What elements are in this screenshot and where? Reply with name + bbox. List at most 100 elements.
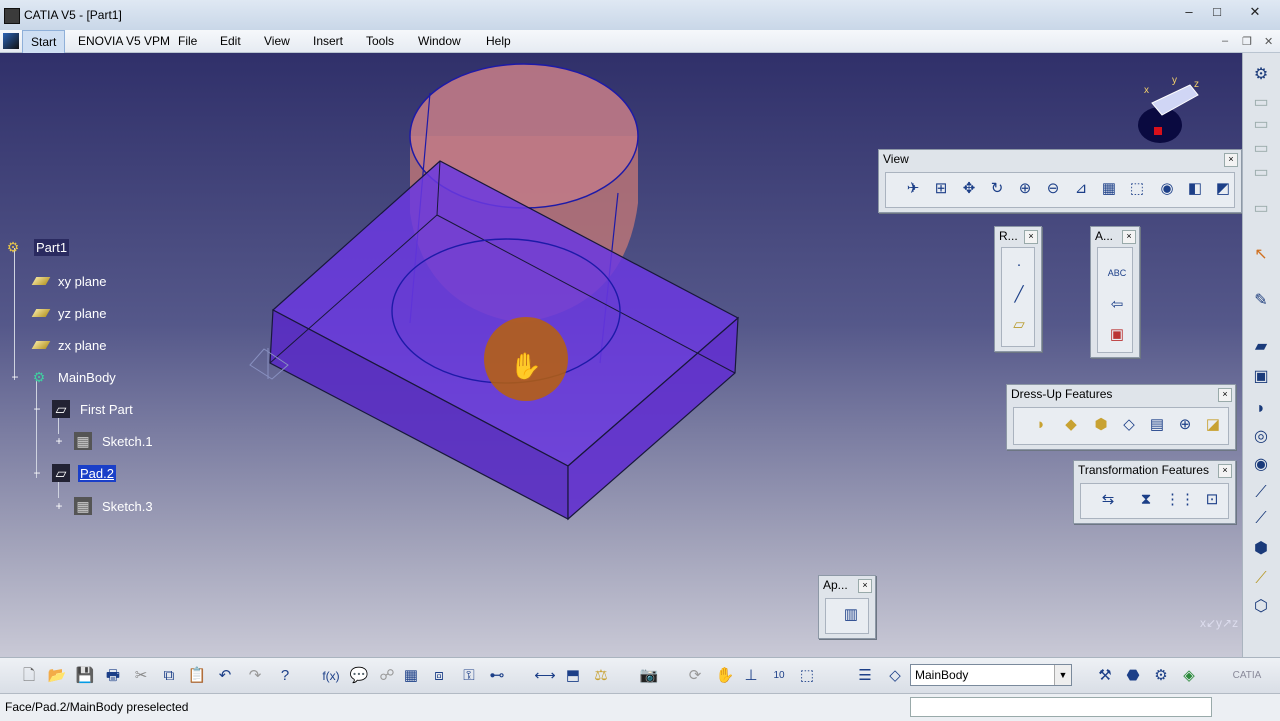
rules-icon[interactable]: ☍ bbox=[376, 666, 398, 686]
hole-icon[interactable]: ◉ bbox=[1251, 455, 1271, 475]
catalog-icon[interactable]: ⧈ bbox=[428, 666, 450, 686]
current-body-select[interactable]: MainBody ▼ bbox=[910, 664, 1072, 686]
open-icon[interactable]: 📂 bbox=[46, 666, 68, 686]
menu-tools[interactable]: Tools bbox=[366, 34, 394, 48]
chevron-down-icon[interactable]: ▼ bbox=[1054, 665, 1071, 685]
part-geometry[interactable]: ✋ x y z x↙y↗z bbox=[0, 53, 1242, 657]
pad-icon[interactable]: ▰ bbox=[1251, 337, 1271, 357]
power-input-field[interactable] bbox=[910, 697, 1212, 717]
tree-view-icon[interactable]: ☰ bbox=[854, 666, 876, 686]
save-icon[interactable]: 💾 bbox=[74, 666, 96, 686]
menu-help[interactable]: Help bbox=[486, 34, 511, 48]
flag-note-icon[interactable]: ⇦ bbox=[1106, 294, 1128, 316]
axis-icon[interactable]: ⊥ bbox=[740, 666, 762, 686]
stiffener-icon[interactable]: ⟋ bbox=[1251, 569, 1271, 589]
publication-icon[interactable]: ⚙ bbox=[1150, 666, 1172, 686]
gear-icon[interactable]: ⚙ bbox=[1251, 65, 1271, 85]
expand-icon[interactable]: + bbox=[50, 497, 68, 515]
close-icon[interactable]: × bbox=[858, 579, 872, 593]
formula-icon[interactable]: f(x) bbox=[320, 666, 342, 686]
layers-icon[interactable]: ◈ bbox=[1178, 666, 1200, 686]
capture-icon[interactable]: 📷 bbox=[638, 666, 660, 686]
measure-between-icon[interactable]: ⟷ bbox=[534, 666, 556, 686]
cut-icon[interactable]: ✂ bbox=[130, 666, 152, 686]
menu-start[interactable]: Start bbox=[22, 30, 66, 54]
define-work-object-icon[interactable]: ◇ bbox=[884, 666, 906, 686]
wireframe-icon[interactable]: ⬣ bbox=[1122, 666, 1144, 686]
print-icon[interactable]: 🖶 bbox=[102, 666, 124, 686]
solid-combine-icon[interactable]: ⬢ bbox=[1251, 539, 1271, 559]
binary-icon[interactable]: 10 bbox=[768, 666, 790, 686]
instantiate-icon[interactable]: ⊷ bbox=[486, 666, 508, 686]
lock-icon[interactable]: ⚿ bbox=[458, 666, 480, 686]
thickness-icon[interactable]: ▤ bbox=[1146, 414, 1168, 436]
text-annotation-icon[interactable]: ABC bbox=[1106, 262, 1128, 284]
measure-inertia-icon[interactable]: ⚖ bbox=[590, 666, 612, 686]
edge-fillet-icon[interactable]: ◗ bbox=[1030, 414, 1052, 436]
draft-angle-icon[interactable]: ⬢ bbox=[1090, 414, 1112, 436]
zoom-out-icon[interactable]: ⊖ bbox=[1042, 178, 1064, 200]
swap-visible-space-icon[interactable]: ◩ bbox=[1212, 178, 1234, 200]
point-icon[interactable]: · bbox=[1008, 254, 1030, 276]
measure-item-icon[interactable]: ⬒ bbox=[562, 666, 584, 686]
select-arrow-icon[interactable]: ↖ bbox=[1251, 245, 1271, 265]
maximize-button[interactable]: □ bbox=[1206, 4, 1228, 20]
apply-material-icon[interactable]: ⬚ bbox=[796, 666, 818, 686]
knowledge-advisor-icon[interactable]: ⚒ bbox=[1094, 666, 1116, 686]
new-document-icon[interactable]: 🗋 bbox=[18, 666, 40, 686]
knowledge-icon[interactable]: 💬 bbox=[348, 666, 370, 686]
whats-this-icon[interactable]: ? bbox=[274, 666, 296, 686]
zoom-in-icon[interactable]: ⊕ bbox=[1014, 178, 1036, 200]
mirror-icon[interactable]: ⧗ bbox=[1135, 489, 1157, 511]
undo-icon[interactable]: ↶ bbox=[214, 666, 236, 686]
menu-edit[interactable]: Edit bbox=[220, 34, 241, 48]
3d-annotation-icon[interactable]: ▣ bbox=[1106, 324, 1128, 346]
shell-icon[interactable]: ◇ bbox=[1118, 414, 1140, 436]
groove-icon[interactable]: ◎ bbox=[1251, 427, 1271, 447]
line-icon[interactable]: ╱ bbox=[1008, 284, 1030, 306]
multi-sections-solid-icon[interactable]: ⬡ bbox=[1251, 597, 1271, 617]
minimize-button[interactable]: – bbox=[1178, 4, 1200, 20]
slot-icon[interactable]: ⟋ bbox=[1251, 509, 1271, 529]
close-icon[interactable]: × bbox=[1224, 153, 1238, 167]
table-icon[interactable]: ▦ bbox=[400, 666, 422, 686]
close-icon[interactable]: × bbox=[1218, 388, 1232, 402]
isometric-view-icon[interactable]: ⬚ bbox=[1126, 178, 1148, 200]
hide-show-icon[interactable]: ◧ bbox=[1184, 178, 1206, 200]
mdi-close-button[interactable]: ✕ bbox=[1264, 35, 1273, 48]
sketcher-icon[interactable]: ✎ bbox=[1251, 291, 1271, 311]
menu-enovia[interactable]: ENOVIA V5 VPM bbox=[78, 34, 170, 48]
pan-icon[interactable]: ✥ bbox=[958, 178, 980, 200]
collapse-icon[interactable]: − bbox=[28, 464, 46, 482]
multi-view-icon[interactable]: ▦ bbox=[1098, 178, 1120, 200]
collapse-icon[interactable]: − bbox=[6, 368, 24, 386]
normal-view-icon[interactable]: ⊿ bbox=[1070, 178, 1092, 200]
close-icon[interactable]: × bbox=[1024, 230, 1038, 244]
thread-icon[interactable]: ⊕ bbox=[1174, 414, 1196, 436]
menu-view[interactable]: View bbox=[264, 34, 290, 48]
mdi-restore-button[interactable]: ❐ bbox=[1242, 35, 1252, 48]
3d-viewport[interactable]: ✋ x y z x↙y↗z ⚙ Part1 xy plane yz plane … bbox=[0, 53, 1242, 657]
rib-icon[interactable]: ⟋ bbox=[1251, 483, 1271, 503]
rotate-icon[interactable]: ↻ bbox=[986, 178, 1008, 200]
rectangular-pattern-icon[interactable]: ⋮⋮ bbox=[1165, 489, 1195, 511]
redo-icon[interactable]: ↷ bbox=[244, 666, 266, 686]
menu-window[interactable]: Window bbox=[418, 34, 461, 48]
fit-all-icon[interactable]: ⊞ bbox=[930, 178, 952, 200]
scaling-icon[interactable]: ⊡ bbox=[1201, 489, 1223, 511]
start-icon[interactable] bbox=[3, 33, 19, 49]
translation-icon[interactable]: ⇆ bbox=[1097, 489, 1119, 511]
paste-icon[interactable]: 📋 bbox=[186, 666, 208, 686]
expand-icon[interactable]: + bbox=[50, 432, 68, 450]
copy-icon[interactable]: ⧉ bbox=[158, 666, 180, 686]
pocket-icon[interactable]: ▣ bbox=[1251, 367, 1271, 387]
remove-face-icon[interactable]: ◪ bbox=[1202, 414, 1224, 436]
plane-icon[interactable]: ▱ bbox=[1008, 314, 1030, 336]
pan-hand-icon[interactable]: ✋ bbox=[714, 666, 736, 686]
menu-insert[interactable]: Insert bbox=[313, 34, 343, 48]
shading-icon[interactable]: ◉ bbox=[1156, 178, 1178, 200]
close-icon[interactable]: × bbox=[1218, 464, 1232, 478]
close-icon[interactable]: × bbox=[1122, 230, 1136, 244]
close-button[interactable]: ✕ bbox=[1244, 4, 1266, 20]
update-icon[interactable]: ⟳ bbox=[684, 666, 706, 686]
